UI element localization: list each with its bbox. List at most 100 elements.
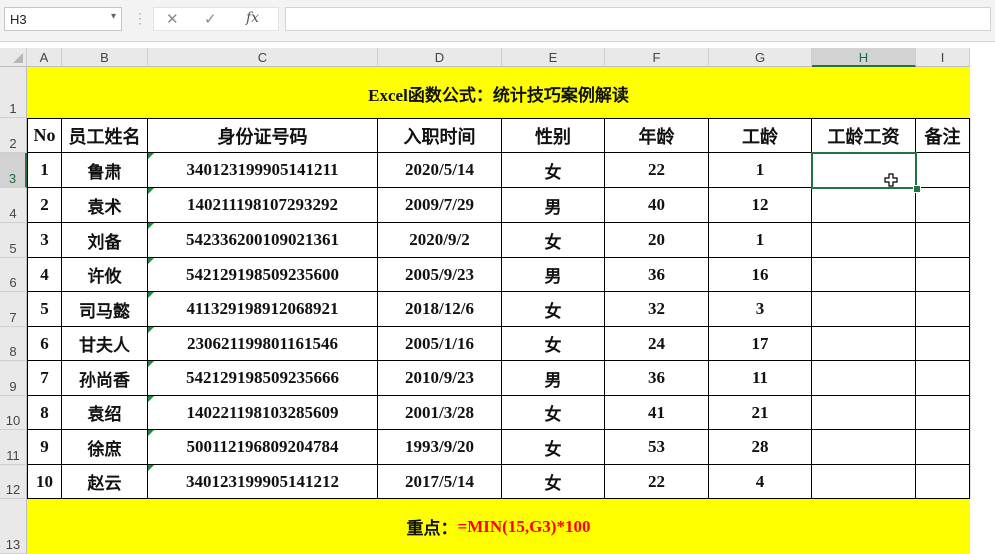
cell-a4[interactable]: 2 xyxy=(27,188,62,223)
header-cell-f[interactable]: 年龄 xyxy=(605,118,709,153)
cell-i9[interactable] xyxy=(916,361,970,396)
cell-b11[interactable]: 徐庶 xyxy=(62,430,148,465)
column-header-e[interactable]: E xyxy=(502,48,605,67)
column-header-d[interactable]: D xyxy=(378,48,502,67)
row-header-3[interactable]: 3 xyxy=(0,153,27,188)
cell-i8[interactable] xyxy=(916,327,970,361)
row-header-8[interactable]: 8 xyxy=(0,327,27,361)
cell-b9[interactable]: 孙尚香 xyxy=(62,361,148,396)
cell-b6[interactable]: 许攸 xyxy=(62,258,148,292)
drag-handle-icon[interactable]: ⋮ xyxy=(133,10,147,27)
cell-h5[interactable] xyxy=(812,223,916,258)
row-header-10[interactable]: 10 xyxy=(0,396,27,430)
column-header-h[interactable]: H xyxy=(812,48,916,67)
cell-f8[interactable]: 24 xyxy=(605,327,709,361)
row-header-4[interactable]: 4 xyxy=(0,188,27,223)
cell-b8[interactable]: 甘夫人 xyxy=(62,327,148,361)
cell-c11[interactable]: 500112196809204784 xyxy=(148,430,378,465)
cell-g3[interactable]: 1 xyxy=(709,153,812,188)
cell-d10[interactable]: 2001/3/28 xyxy=(378,396,502,430)
cell-a8[interactable]: 6 xyxy=(27,327,62,361)
cell-h6[interactable] xyxy=(812,258,916,292)
row-header-1[interactable]: 1 xyxy=(0,67,27,118)
cell-c9[interactable]: 542129198509235666 xyxy=(148,361,378,396)
cell-h7[interactable] xyxy=(812,292,916,327)
cell-a12[interactable]: 10 xyxy=(27,465,62,499)
note-cell[interactable]: 重点： =MIN(15,G3)*100 xyxy=(27,499,970,554)
cell-i11[interactable] xyxy=(916,430,970,465)
cell-b4[interactable]: 袁术 xyxy=(62,188,148,223)
cell-d4[interactable]: 2009/7/29 xyxy=(378,188,502,223)
cell-e8[interactable]: 女 xyxy=(502,327,605,361)
enter-check-icon[interactable]: ✓ xyxy=(204,10,217,28)
cell-i7[interactable] xyxy=(916,292,970,327)
cell-c3[interactable]: 340123199905141211 xyxy=(148,153,378,188)
row-header-9[interactable]: 9 xyxy=(0,361,27,396)
cell-d7[interactable]: 2018/12/6 xyxy=(378,292,502,327)
select-all-button[interactable] xyxy=(0,48,27,67)
cell-h4[interactable] xyxy=(812,188,916,223)
row-header-12[interactable]: 12 xyxy=(0,465,27,499)
header-cell-b[interactable]: 员工姓名 xyxy=(62,118,148,153)
cell-e10[interactable]: 女 xyxy=(502,396,605,430)
cell-i4[interactable] xyxy=(916,188,970,223)
cell-e9[interactable]: 男 xyxy=(502,361,605,396)
header-cell-i[interactable]: 备注 xyxy=(916,118,970,153)
cell-h8[interactable] xyxy=(812,327,916,361)
cell-b3[interactable]: 鲁肃 xyxy=(62,153,148,188)
cell-b5[interactable]: 刘备 xyxy=(62,223,148,258)
cell-i3[interactable] xyxy=(916,153,970,188)
cell-c6[interactable]: 542129198509235600 xyxy=(148,258,378,292)
cell-c5[interactable]: 542336200109021361 xyxy=(148,223,378,258)
row-header-11[interactable]: 11 xyxy=(0,430,27,465)
header-cell-c[interactable]: 身份证号码 xyxy=(148,118,378,153)
cell-i6[interactable] xyxy=(916,258,970,292)
cell-f3[interactable]: 22 xyxy=(605,153,709,188)
cell-f12[interactable]: 22 xyxy=(605,465,709,499)
cell-f11[interactable]: 53 xyxy=(605,430,709,465)
header-cell-g[interactable]: 工龄 xyxy=(709,118,812,153)
cell-e4[interactable]: 男 xyxy=(502,188,605,223)
cell-c4[interactable]: 140211198107293292 xyxy=(148,188,378,223)
cell-h11[interactable] xyxy=(812,430,916,465)
cell-f10[interactable]: 41 xyxy=(605,396,709,430)
column-header-b[interactable]: B xyxy=(62,48,148,67)
column-header-i[interactable]: I xyxy=(916,48,970,67)
cell-d5[interactable]: 2020/9/2 xyxy=(378,223,502,258)
cell-g5[interactable]: 1 xyxy=(709,223,812,258)
cell-a11[interactable]: 9 xyxy=(27,430,62,465)
cell-b10[interactable]: 袁绍 xyxy=(62,396,148,430)
row-header-13[interactable]: 13 xyxy=(0,499,27,554)
row-header-6[interactable]: 6 xyxy=(0,258,27,292)
header-cell-d[interactable]: 入职时间 xyxy=(378,118,502,153)
cell-c10[interactable]: 140221198103285609 xyxy=(148,396,378,430)
formula-input[interactable] xyxy=(285,7,991,31)
cell-a10[interactable]: 8 xyxy=(27,396,62,430)
cell-d12[interactable]: 2017/5/14 xyxy=(378,465,502,499)
name-box[interactable]: H3 ▾ xyxy=(4,7,122,31)
cell-d11[interactable]: 1993/9/20 xyxy=(378,430,502,465)
cell-i12[interactable] xyxy=(916,465,970,499)
cell-h12[interactable] xyxy=(812,465,916,499)
cell-i5[interactable] xyxy=(916,223,970,258)
cell-a5[interactable]: 3 xyxy=(27,223,62,258)
cell-a6[interactable]: 4 xyxy=(27,258,62,292)
header-cell-h[interactable]: 工龄工资 xyxy=(812,118,916,153)
column-header-g[interactable]: G xyxy=(709,48,812,67)
cell-a7[interactable]: 5 xyxy=(27,292,62,327)
cell-b7[interactable]: 司马懿 xyxy=(62,292,148,327)
cell-g9[interactable]: 11 xyxy=(709,361,812,396)
cancel-icon[interactable]: ✕ xyxy=(166,10,179,28)
cell-i10[interactable] xyxy=(916,396,970,430)
cell-e11[interactable]: 女 xyxy=(502,430,605,465)
column-header-a[interactable]: A xyxy=(27,48,62,67)
cell-a3[interactable]: 1 xyxy=(27,153,62,188)
cell-h9[interactable] xyxy=(812,361,916,396)
cell-c7[interactable]: 411329198912068921 xyxy=(148,292,378,327)
cell-g11[interactable]: 28 xyxy=(709,430,812,465)
column-header-c[interactable]: C xyxy=(148,48,378,67)
cell-g12[interactable]: 4 xyxy=(709,465,812,499)
cell-f6[interactable]: 36 xyxy=(605,258,709,292)
cell-g6[interactable]: 16 xyxy=(709,258,812,292)
header-cell-a[interactable]: No xyxy=(27,118,62,153)
